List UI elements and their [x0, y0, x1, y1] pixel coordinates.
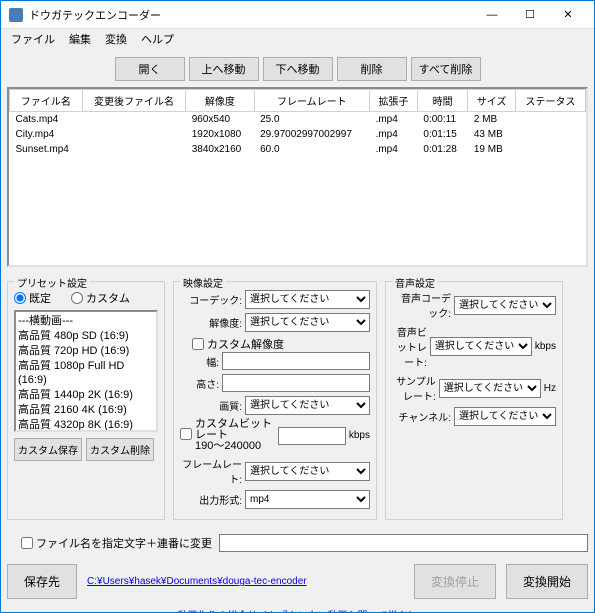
- start-button[interactable]: 変換開始: [506, 564, 588, 599]
- col-header[interactable]: ステータス: [515, 90, 585, 112]
- custom-save-button[interactable]: カスタム保存: [14, 438, 82, 461]
- preset-group: プリセット設定 既定 カスタム ---横動画---高品質 480p SD (16…: [7, 281, 165, 520]
- samplerate-select[interactable]: 選択してください: [439, 379, 541, 398]
- col-header[interactable]: サイズ: [468, 90, 516, 112]
- custom-res-check[interactable]: [192, 338, 204, 350]
- framerate-select[interactable]: 選択してください: [245, 462, 370, 481]
- radio-custom[interactable]: カスタム: [71, 290, 130, 306]
- preset-item[interactable]: 高品質 4320p 8K (16:9): [18, 418, 154, 432]
- col-header[interactable]: 解像度: [186, 90, 254, 112]
- menu-bar: ファイル 編集 変換 ヘルプ: [1, 29, 594, 49]
- col-header[interactable]: 時間: [417, 90, 467, 112]
- table-row[interactable]: City.mp41920x108029.97002997002997.mp40:…: [10, 127, 586, 142]
- open-button[interactable]: 開く: [115, 57, 185, 81]
- col-header[interactable]: 拡張子: [370, 90, 418, 112]
- rename-input[interactable]: [219, 534, 588, 552]
- savedir-button[interactable]: 保存先: [7, 564, 77, 599]
- preset-item[interactable]: 高品質 1440p 2K (16:9): [18, 388, 154, 403]
- height-input[interactable]: [222, 374, 370, 392]
- menu-edit[interactable]: 編集: [63, 29, 97, 49]
- format-select[interactable]: mp4: [245, 490, 370, 509]
- audio-group: 音声設定 音声コーデック:選択してください 音声ビットレート:選択してくださいk…: [385, 281, 563, 520]
- preset-item[interactable]: 高品質 720p HD (16:9): [18, 344, 154, 359]
- radio-default[interactable]: 既定: [14, 290, 51, 306]
- close-button[interactable]: ✕: [550, 3, 586, 27]
- col-header[interactable]: ファイル名: [10, 90, 83, 112]
- audio-codec-select[interactable]: 選択してください: [454, 296, 556, 315]
- quality-select[interactable]: 選択してください: [245, 396, 370, 415]
- preset-item[interactable]: 高品質 2160 4K (16:9): [18, 403, 154, 418]
- deleteall-button[interactable]: すべて削除: [411, 57, 481, 81]
- resolution-select[interactable]: 選択してください: [245, 313, 370, 332]
- audio-bitrate-select[interactable]: 選択してください: [430, 337, 532, 356]
- table-row[interactable]: Sunset.mp43840x216060.0.mp40:01:2819 MB: [10, 142, 586, 157]
- rename-check[interactable]: [21, 537, 33, 549]
- col-header[interactable]: 変更後ファイル名: [82, 90, 185, 112]
- stop-button[interactable]: 変換停止: [414, 564, 496, 599]
- minimize-button[interactable]: —: [474, 3, 510, 27]
- file-table[interactable]: ファイル名変更後ファイル名解像度フレームレート拡張子時間サイズステータス Cat…: [7, 87, 588, 267]
- delete-button[interactable]: 削除: [337, 57, 407, 81]
- maximize-button[interactable]: ☐: [512, 3, 548, 27]
- moveup-button[interactable]: 上へ移動: [189, 57, 259, 81]
- app-icon: [9, 8, 23, 22]
- codec-select[interactable]: 選択してください: [245, 290, 370, 309]
- width-input[interactable]: [222, 352, 370, 370]
- preset-list[interactable]: ---横動画---高品質 480p SD (16:9)高品質 720p HD (…: [14, 310, 158, 432]
- preset-item[interactable]: 高品質 480p SD (16:9): [18, 329, 154, 344]
- menu-convert[interactable]: 変換: [99, 29, 133, 49]
- menu-file[interactable]: ファイル: [5, 29, 61, 49]
- window-title: ドウガテックエンコーダー: [29, 7, 474, 23]
- savepath-link[interactable]: C:¥Users¥hasek¥Documents¥douga-tec-encod…: [87, 576, 307, 587]
- menu-help[interactable]: ヘルプ: [135, 29, 180, 49]
- bitrate-input[interactable]: [278, 427, 346, 445]
- preset-item[interactable]: 高品質 1080p Full HD (16:9): [18, 359, 154, 389]
- table-row[interactable]: Cats.mp4960x54025.0.mp40:00:112 MB: [10, 112, 586, 128]
- titlebar: ドウガテックエンコーダー — ☐ ✕: [1, 1, 594, 29]
- custom-delete-button[interactable]: カスタム削除: [86, 438, 154, 461]
- custom-bitrate-check[interactable]: [180, 428, 192, 440]
- promo-link[interactable]: 動画作りの総合サイト『カンタン動画入門』で学ぶ！: [7, 607, 588, 612]
- video-group: 映像設定 コーデック:選択してください 解像度:選択してください カスタム解像度…: [173, 281, 377, 520]
- movedown-button[interactable]: 下へ移動: [263, 57, 333, 81]
- channel-select[interactable]: 選択してください: [454, 407, 556, 426]
- col-header[interactable]: フレームレート: [254, 90, 369, 112]
